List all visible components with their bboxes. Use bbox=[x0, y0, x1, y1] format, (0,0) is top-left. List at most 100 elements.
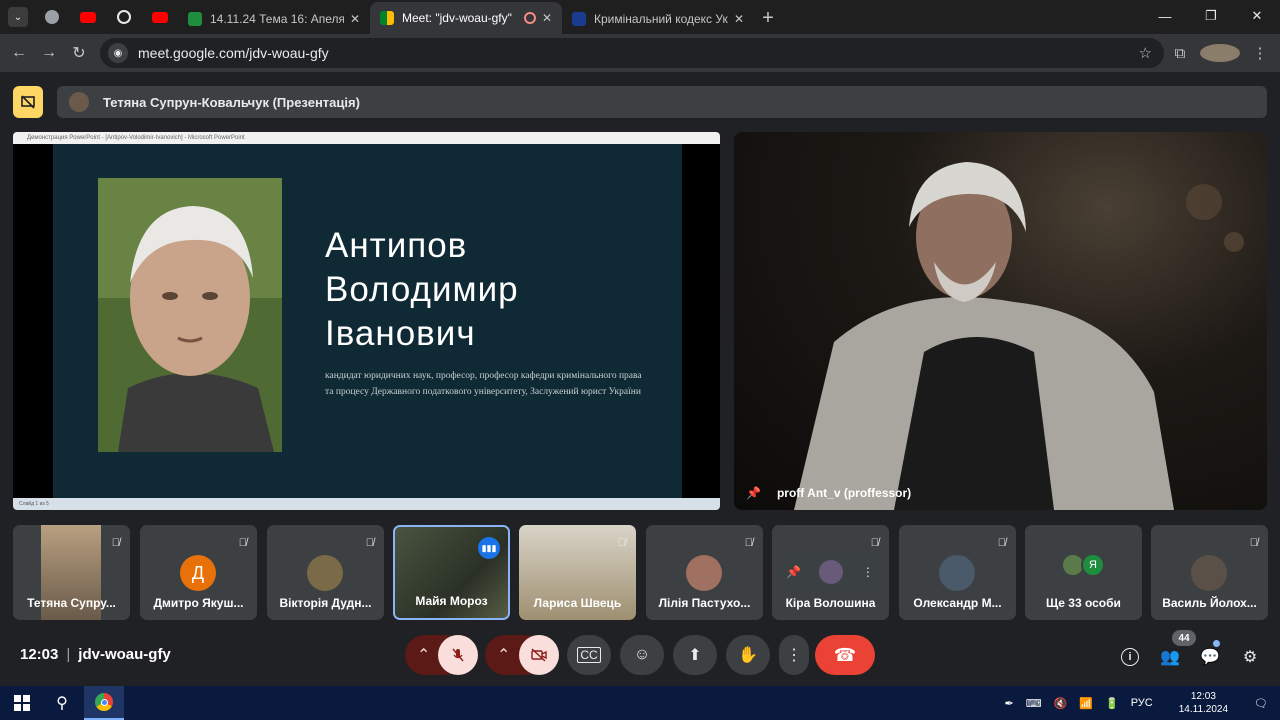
chrome-taskbar-button[interactable] bbox=[84, 686, 124, 720]
pen-icon[interactable]: ✒ bbox=[1004, 697, 1013, 710]
forward-button[interactable]: → bbox=[34, 38, 64, 68]
close-tab-icon[interactable]: ✕ bbox=[734, 12, 744, 26]
chat-button[interactable]: 💬 bbox=[1197, 644, 1223, 670]
mic-off-icon: 🎙̸ bbox=[744, 537, 753, 549]
portrait-image bbox=[98, 178, 282, 452]
extensions-icon[interactable]: ⧉ bbox=[1160, 45, 1200, 62]
battery-icon[interactable]: 🔋 bbox=[1105, 697, 1119, 710]
avatar-stack: Я bbox=[1061, 553, 1105, 577]
site-info-icon[interactable]: ◉ bbox=[108, 43, 128, 63]
windows-taskbar: ⚲ ✒ ⌨ 🔇 📶 🔋 РУС 12:03 14.11.2024 🗨 bbox=[0, 686, 1280, 720]
captions-button[interactable]: CC bbox=[567, 635, 611, 675]
present-now-button[interactable]: ⬆ bbox=[673, 635, 717, 675]
raise-hand-button[interactable]: ✋ bbox=[726, 635, 770, 675]
control-bar: 12:03 | jdv-woau-gfy ⌃ ⌃ CC ☺ ⬆ ✋ ⋮ ☎ i 44… bbox=[0, 630, 1280, 686]
call-end-icon: ☎ bbox=[833, 644, 857, 665]
mic-off-icon: 🎙̸ bbox=[617, 537, 626, 549]
new-tab-button[interactable]: + bbox=[754, 4, 782, 32]
camera-off-icon bbox=[531, 648, 547, 662]
clock[interactable]: 12:03 14.11.2024 bbox=[1173, 690, 1234, 716]
more-options-button[interactable]: ⋮ bbox=[779, 635, 809, 675]
present-off-icon bbox=[21, 95, 35, 109]
participant-name: Лариса Швець bbox=[533, 596, 622, 610]
reactions-button[interactable]: ☺ bbox=[620, 635, 664, 675]
bookmark-star-icon[interactable]: ☆ bbox=[1139, 44, 1152, 62]
activities-button[interactable]: ⚙ bbox=[1237, 644, 1263, 670]
leave-call-button[interactable]: ☎ bbox=[815, 635, 875, 675]
search-button[interactable]: ⚲ bbox=[42, 686, 82, 720]
powerpoint-title-bar: Демонстрация PowerPoint - [Antipov-Volod… bbox=[13, 132, 720, 144]
participant-name: Кіра Волошина bbox=[785, 596, 876, 610]
tab-rada[interactable]: Кримінальний кодекс України ✕ bbox=[562, 4, 754, 34]
profile-avatar[interactable] bbox=[1200, 44, 1240, 62]
participant-name: Василь Йолох... bbox=[1162, 596, 1257, 610]
avatar bbox=[939, 555, 975, 591]
back-button[interactable]: ← bbox=[4, 38, 34, 68]
reload-button[interactable]: ↻ bbox=[64, 38, 94, 68]
participant-tile[interactable]: 🎙̸ Лариса Швець bbox=[519, 525, 636, 620]
main-participant-video[interactable]: 📌 proff Ant_v (proffessor) bbox=[734, 132, 1267, 510]
pinned-tab-youtube-2[interactable] bbox=[142, 3, 178, 31]
mic-off-icon: 🎙̸ bbox=[1249, 537, 1258, 549]
initial-avatar: Я bbox=[1081, 553, 1105, 577]
microphone-toggle-button[interactable] bbox=[438, 635, 478, 675]
people-button[interactable]: 👥 bbox=[1157, 644, 1183, 670]
pin-icon[interactable]: 📌 bbox=[786, 565, 801, 579]
participant-tile[interactable]: ▮▮▮ Майя Мороз bbox=[393, 525, 510, 620]
participant-tile[interactable]: 🎙̸ Тетяна Супру... bbox=[13, 525, 130, 620]
close-tab-icon[interactable]: ✕ bbox=[542, 11, 552, 25]
pinned-tab-youtube[interactable] bbox=[70, 3, 106, 31]
initial-avatar: Д bbox=[180, 555, 216, 591]
globe-icon bbox=[45, 10, 59, 24]
pin-icon[interactable]: 📌 bbox=[746, 486, 761, 500]
participant-name: Олександр М... bbox=[913, 596, 1002, 610]
present-screen-icon: ⬆ bbox=[688, 647, 702, 664]
participant-tile[interactable]: 🎙̸ Олександр М... bbox=[899, 525, 1016, 620]
language-indicator[interactable]: РУС bbox=[1131, 697, 1153, 709]
participant-video-frame bbox=[794, 162, 1244, 510]
youtube-icon bbox=[80, 11, 96, 23]
captions-icon: CC bbox=[577, 647, 601, 663]
tab-search-button[interactable]: ⌄ bbox=[8, 7, 28, 27]
powerpoint-status-bar: Слайд 1 из 5 bbox=[13, 498, 720, 510]
notifications-icon[interactable]: 🗨 bbox=[1254, 697, 1268, 710]
meeting-info: 12:03 | jdv-woau-gfy bbox=[20, 646, 171, 663]
participant-tile[interactable]: 🎙̸ Д Дмитро Якуш... bbox=[140, 525, 257, 620]
tab-classroom[interactable]: 14.11.24 Тема 16: Апеляційне п ✕ bbox=[178, 4, 370, 34]
pinned-tab-chatgpt[interactable] bbox=[106, 3, 142, 31]
volume-mute-icon[interactable]: 🔇 bbox=[1054, 697, 1068, 710]
participant-tile[interactable]: 🎙̸ Василь Йолох... bbox=[1151, 525, 1268, 620]
pinned-tab-globe[interactable] bbox=[34, 3, 70, 31]
url-input[interactable]: ◉ meet.google.com/jdv-woau-gfy ☆ bbox=[100, 38, 1164, 68]
close-window-icon[interactable]: ✕ bbox=[1234, 0, 1280, 32]
mic-off-icon: 🎙̸ bbox=[365, 537, 374, 549]
participant-name: Майя Мороз bbox=[415, 594, 488, 608]
presenter-label: Тетяна Супрун-Ковальчук (Презентація) bbox=[103, 94, 360, 110]
close-tab-icon[interactable]: ✕ bbox=[350, 12, 360, 26]
mic-off-icon: 🎙̸ bbox=[870, 537, 879, 549]
tab-meet[interactable]: Meet: "jdv-woau-gfy" ✕ bbox=[370, 2, 562, 34]
minimize-icon[interactable]: — bbox=[1142, 0, 1188, 32]
network-icon[interactable]: ⌨ bbox=[1026, 697, 1042, 710]
wifi-icon[interactable]: 📶 bbox=[1079, 697, 1093, 710]
participant-name: Вікторія Дудн... bbox=[279, 596, 372, 610]
people-icon: 👥 bbox=[1160, 649, 1180, 666]
meeting-details-button[interactable]: i bbox=[1117, 644, 1143, 670]
mic-off-icon: 🎙̸ bbox=[111, 537, 120, 549]
participant-tile[interactable]: 🎙̸ 📌 ⋮ Кіра Волошина bbox=[772, 525, 889, 620]
maximize-icon[interactable]: ❐ bbox=[1188, 0, 1234, 32]
participant-tile[interactable]: 🎙̸ Вікторія Дудн... bbox=[267, 525, 384, 620]
participant-tile[interactable]: 🎙̸ Лілія Пастухо... bbox=[646, 525, 763, 620]
stop-presenting-button[interactable] bbox=[13, 86, 43, 118]
menu-icon[interactable]: ⋮ bbox=[1240, 44, 1280, 62]
clock-date: 14.11.2024 bbox=[1178, 704, 1229, 715]
rada-icon bbox=[572, 12, 586, 26]
start-button[interactable] bbox=[2, 686, 42, 720]
slide-description: кандидат юридичних наук, професор, профе… bbox=[325, 371, 642, 397]
window-title: Демонстрация PowerPoint - [Antipov-Volod… bbox=[27, 135, 245, 141]
address-bar: ← → ↻ ◉ meet.google.com/jdv-woau-gfy ☆ ⧉… bbox=[0, 34, 1280, 72]
more-options-icon[interactable]: ⋮ bbox=[862, 565, 874, 579]
camera-toggle-button[interactable] bbox=[519, 635, 559, 675]
meet-area: Тетяна Супрун-Ковальчук (Презентація) Де… bbox=[0, 72, 1280, 686]
more-participants-tile[interactable]: Я Ще 33 особи bbox=[1025, 525, 1142, 620]
